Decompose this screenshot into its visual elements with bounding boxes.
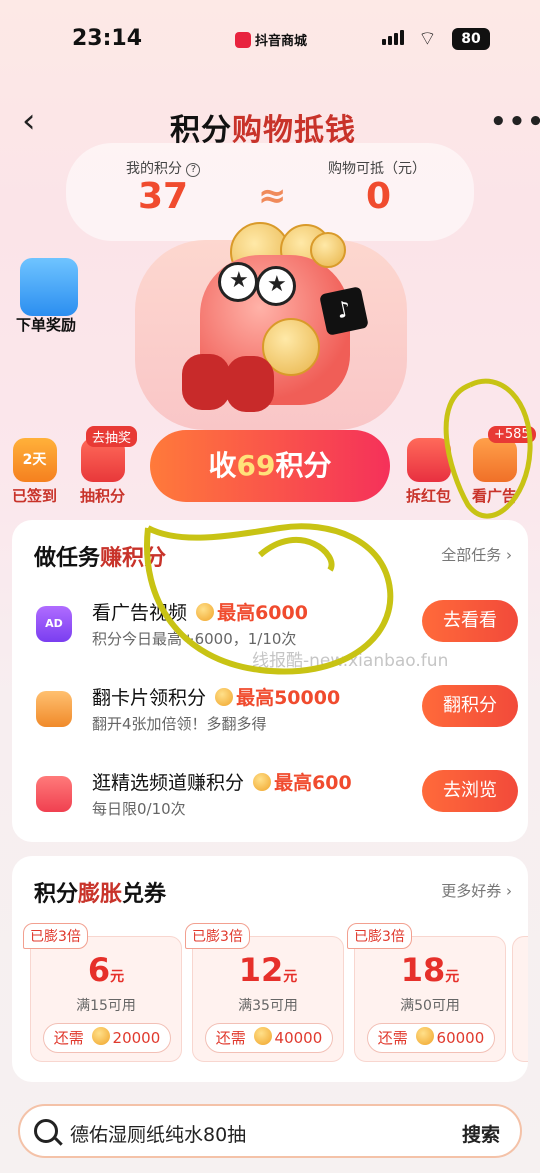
back-button[interactable]: ‹ — [22, 101, 36, 141]
mascot-eye — [256, 266, 296, 306]
wifi-icon: ⌔ — [418, 26, 437, 50]
battery-icon: 80 — [452, 28, 490, 50]
coupon-card[interactable]: 已膨3倍 12元 满35可用 还需 40000 — [185, 923, 344, 1062]
coupons-card: 积分膨胀兑券 更多好券 › 已膨3倍 6元 满15可用 还需 20000 已膨3… — [12, 856, 528, 1082]
coupon-tag: 已膨3倍 — [185, 923, 250, 949]
search-icon — [34, 1119, 58, 1143]
app-name: 抖音商城 — [255, 34, 308, 49]
coupons-title: 积分膨胀兑券 — [34, 882, 167, 907]
coin-image — [310, 232, 346, 268]
coupon-condition: 满50可用 — [400, 998, 460, 1014]
collect-points-button[interactable]: 收69积分 — [150, 430, 390, 502]
coin-icon — [196, 603, 215, 621]
app-indicator: 抖音商城 — [235, 30, 307, 49]
approx-sign: ≈ — [258, 176, 287, 216]
coin-icon — [253, 773, 272, 791]
red-packet-label: 拆红包 — [406, 487, 452, 505]
search-input[interactable]: 德佑湿厕纸纯水80抽 — [70, 1120, 246, 1147]
collect-suffix: 积分 — [275, 449, 332, 482]
task-subtitle: 每日限0/10次 — [92, 800, 186, 818]
coin-icon — [253, 1027, 272, 1045]
all-tasks-link[interactable]: 全部任务 › — [441, 544, 512, 565]
order-reward-label: 下单奖励 — [15, 316, 76, 334]
tiktok-logo-icon: ♪ — [319, 286, 369, 336]
coin-icon — [91, 1027, 110, 1045]
calendar-icon: 2天 — [12, 438, 57, 482]
tasks-title: 做任务赚积分 — [34, 546, 167, 571]
status-bar: 23:14 抖音商城 ⌔ 80 — [0, 0, 540, 80]
shopping-bag-icon — [36, 776, 72, 812]
task-name: 看广告视频 最高6000 — [92, 602, 308, 624]
task-item: 翻卡片领积分 最高50000 翻开4张加倍领！多翻多得 翻积分 — [34, 683, 518, 745]
coupon-card-partial[interactable] — [512, 936, 528, 1062]
clock: 23:14 — [72, 26, 143, 51]
coupon-condition: 满15可用 — [76, 998, 136, 1014]
my-points-label[interactable]: 我的积分 ? — [126, 158, 201, 178]
order-reward-entry[interactable]: 下单奖励 — [14, 258, 78, 335]
watermark: 线报酷-new.xianbao.fun — [252, 651, 449, 671]
task-subtitle: 翻开4张加倍领！多翻多得 — [92, 715, 267, 733]
coupon-tag: 已膨3倍 — [347, 923, 412, 949]
document-icon — [20, 258, 78, 316]
coupon-card[interactable]: 已膨3倍 6元 满15可用 还需 20000 — [23, 923, 182, 1062]
collect-number: 69 — [236, 449, 276, 482]
lottery-badge: 去抽奖 — [86, 426, 138, 447]
mascot-leg — [226, 356, 274, 412]
collect-prefix: 收 — [208, 449, 237, 482]
coupon-amount: 18元 — [400, 951, 460, 989]
signed-in-label: 已签到 — [12, 487, 58, 505]
task-item: 逛精选频道赚积分 最高600 每日限0/10次 去浏览 — [34, 768, 518, 830]
douyin-mall-icon — [235, 31, 251, 48]
bar-chart-icon — [472, 438, 517, 482]
task-name: 翻卡片领积分 最高50000 — [92, 687, 341, 709]
watch-ad-label: 看广告 — [472, 487, 518, 505]
search-button[interactable]: 搜索 — [462, 1120, 500, 1147]
coupon-need-button[interactable]: 还需 40000 — [205, 1023, 333, 1053]
deduct-label: 购物可抵（元） — [328, 161, 426, 177]
flip-cards-button[interactable]: 翻积分 — [422, 685, 518, 727]
mascot-leg — [182, 354, 230, 410]
lottery-entry[interactable]: 抽积分 — [80, 438, 125, 506]
coupon-card[interactable]: 已膨3倍 18元 满50可用 还需 60000 — [347, 923, 506, 1062]
cards-icon — [36, 691, 72, 727]
coupon-condition: 满35可用 — [238, 998, 298, 1014]
watch-ad-badge: +585 — [488, 426, 536, 443]
browse-button[interactable]: 去浏览 — [422, 770, 518, 812]
tasks-card: 做任务赚积分 全部任务 › AD 看广告视频 最高6000 积分今日最高+600… — [12, 520, 528, 842]
more-icon[interactable]: ••• — [490, 107, 540, 137]
coin-icon — [415, 1027, 434, 1045]
watch-ad-entry[interactable]: 看广告 — [472, 438, 517, 506]
search-bar[interactable]: 德佑湿厕纸纯水80抽 搜索 — [18, 1104, 522, 1158]
ad-icon: AD — [36, 606, 72, 642]
coupon-amount: 6元 — [87, 951, 125, 989]
task-name: 逛精选频道赚积分 最高600 — [92, 772, 352, 794]
red-packet-entry[interactable]: 拆红包 — [406, 438, 451, 506]
watch-ad-button[interactable]: 去看看 — [422, 600, 518, 642]
lottery-label: 抽积分 — [80, 487, 126, 505]
mascot-eye — [218, 262, 258, 302]
more-coupons-link[interactable]: 更多好券 › — [441, 880, 512, 901]
red-packet-icon — [406, 438, 451, 482]
coupon-need-button[interactable]: 还需 60000 — [367, 1023, 495, 1053]
my-points-value: 37 — [138, 176, 189, 217]
coin-icon — [215, 688, 234, 706]
coupon-need-button[interactable]: 还需 20000 — [43, 1023, 171, 1053]
coupon-tag: 已膨3倍 — [23, 923, 88, 949]
coupon-amount: 12元 — [238, 951, 298, 989]
signal-icon — [382, 30, 404, 45]
signed-in-entry[interactable]: 2天 已签到 — [12, 438, 57, 506]
info-icon[interactable]: ? — [186, 163, 201, 177]
deduct-value: 0 — [366, 176, 392, 217]
